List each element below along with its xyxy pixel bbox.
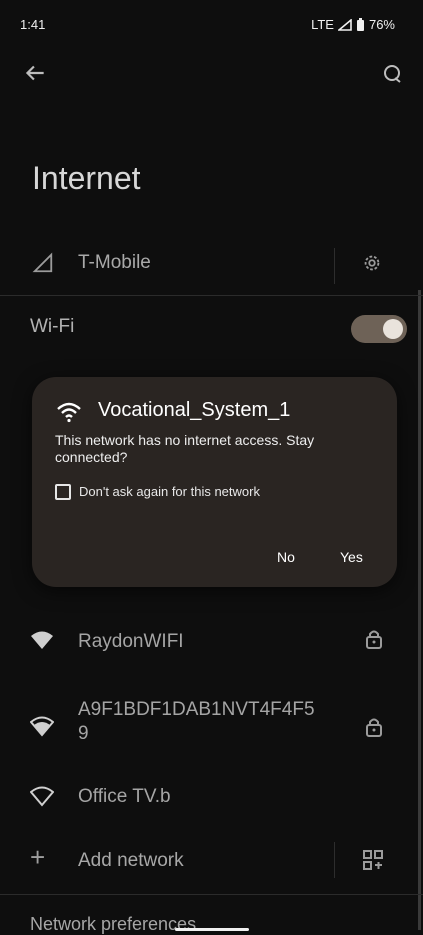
wifi-label: Wi-Fi (30, 316, 75, 337)
divider (0, 894, 423, 895)
page-title: Internet (32, 160, 141, 196)
network-name-line2: 9 (78, 723, 89, 744)
wifi-toggle-row[interactable]: Wi-Fi (0, 306, 423, 350)
carrier-row[interactable]: T-Mobile (0, 238, 423, 294)
app-bar (0, 60, 423, 90)
no-internet-dialog: Vocational_System_1 This network has no … (32, 377, 397, 587)
network-item[interactable]: A9F1BDF1DAB1NVT4F4F5 9 (0, 690, 423, 768)
network-preferences-item[interactable]: Network preferences (30, 914, 196, 935)
signal-icon (337, 18, 352, 31)
dialog-title: Vocational_System_1 (98, 399, 291, 421)
divider (0, 295, 423, 296)
network-name: RaydonWIFI (78, 631, 184, 652)
wifi-icon (57, 402, 81, 423)
status-time: 1:41 (20, 17, 46, 32)
gear-icon[interactable] (361, 252, 383, 274)
help-icon[interactable] (381, 62, 405, 86)
no-button[interactable]: No (277, 549, 295, 565)
network-name: A9F1BDF1DAB1NVT4F4F5 9 (78, 698, 315, 746)
toggle-knob (383, 319, 403, 339)
wifi-full-icon (31, 631, 53, 649)
plus-icon: + (30, 842, 46, 872)
add-network-row[interactable]: + Add network (0, 828, 423, 892)
dont-ask-checkbox[interactable] (55, 484, 71, 500)
wifi-toggle[interactable] (351, 315, 407, 343)
battery-level: 76% (368, 17, 395, 32)
dialog-message: This network has no internet access. Sta… (55, 432, 315, 465)
home-gesture-bar[interactable] (175, 928, 249, 931)
lock-icon (366, 630, 382, 649)
network-item[interactable]: Office TV.b (0, 766, 423, 830)
battery-icon (356, 17, 364, 31)
cell-signal-icon (32, 252, 53, 273)
back-arrow-icon[interactable] (22, 60, 48, 86)
network-type: LTE (311, 17, 334, 32)
network-name: Office TV.b (78, 786, 171, 807)
status-right: LTE 76% (311, 17, 395, 32)
wifi-empty-icon (30, 786, 54, 807)
network-name-line1: A9F1BDF1DAB1NVT4F4F5 (78, 699, 315, 720)
lock-icon (366, 718, 382, 737)
qr-code-icon[interactable] (363, 850, 383, 870)
carrier-name: T-Mobile (78, 252, 151, 273)
wifi-strong-icon (30, 716, 54, 737)
dont-ask-label[interactable]: Don't ask again for this network (79, 484, 260, 499)
network-item[interactable]: RaydonWIFI (0, 610, 423, 674)
yes-button[interactable]: Yes (340, 549, 363, 565)
row-separator (334, 842, 335, 878)
row-separator (334, 248, 335, 284)
status-bar: 1:41 LTE 76% (0, 0, 423, 44)
add-network-label: Add network (78, 850, 184, 871)
